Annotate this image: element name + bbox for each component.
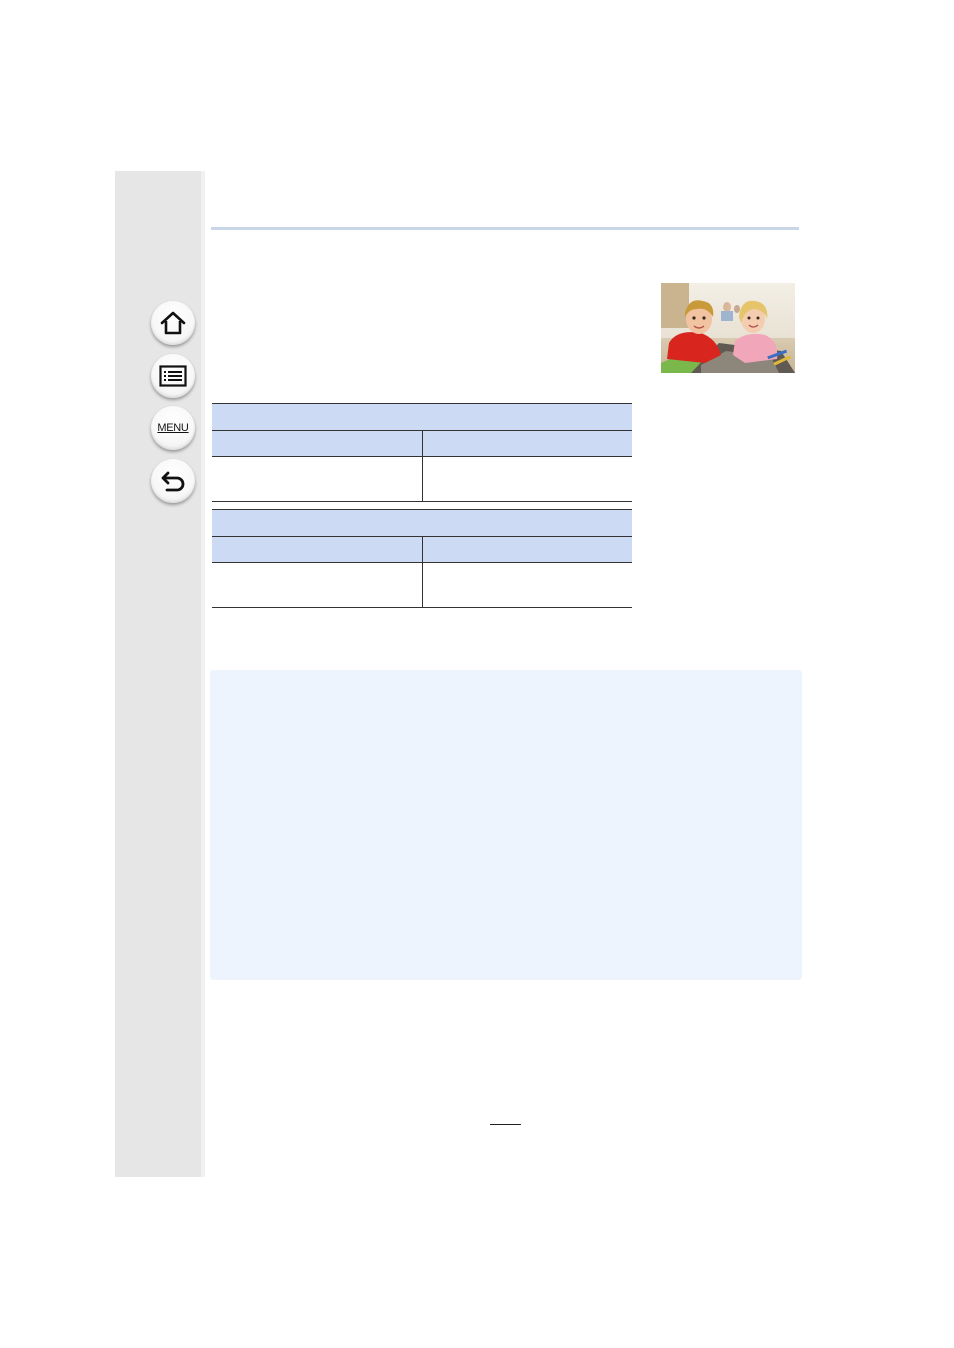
page-number <box>490 1108 521 1125</box>
back-icon <box>159 469 187 493</box>
contents-list-icon <box>159 365 187 387</box>
table-2 <box>212 509 632 608</box>
contents-list-button[interactable] <box>151 354 195 398</box>
menu-icon: MENU <box>157 422 189 434</box>
table-2-cell-1 <box>212 562 423 608</box>
sidebar-edge <box>201 171 205 1177</box>
table-2-column-2 <box>422 536 632 563</box>
table-1-header <box>212 403 632 431</box>
table-2-cell-2 <box>422 562 632 608</box>
table-1-column-1 <box>212 430 423 457</box>
table-1-column-2 <box>422 430 632 457</box>
home-button[interactable] <box>151 301 195 345</box>
table-1-cell-1 <box>212 456 423 502</box>
table-1-cell-2 <box>422 456 632 502</box>
children-photo <box>661 283 795 373</box>
title-rule <box>211 227 799 230</box>
table-1 <box>212 403 632 502</box>
home-icon <box>159 310 187 336</box>
menu-button[interactable]: MENU <box>151 406 195 450</box>
info-box <box>210 670 802 980</box>
table-2-column-1 <box>212 536 423 563</box>
back-button[interactable] <box>151 459 195 503</box>
table-2-header <box>212 509 632 537</box>
